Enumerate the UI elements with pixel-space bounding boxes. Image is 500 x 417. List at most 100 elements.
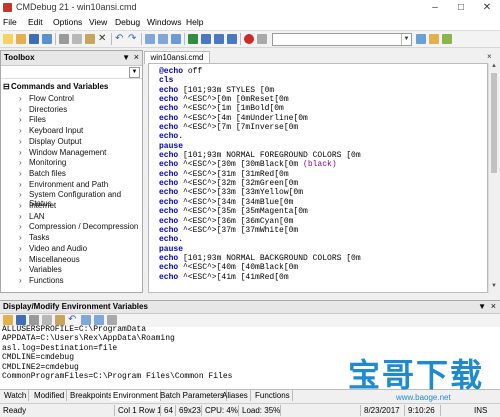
expand-icon[interactable]: ›	[19, 115, 22, 124]
menu-edit[interactable]: Edit	[28, 17, 43, 27]
menu-options[interactable]: Options	[53, 17, 82, 27]
expand-icon[interactable]: ›	[19, 255, 22, 264]
new-file-icon[interactable]	[3, 34, 13, 44]
expand-icon[interactable]: ›	[19, 222, 22, 231]
expand-icon[interactable]: ›	[19, 190, 22, 199]
menu-view[interactable]: View	[89, 17, 107, 27]
scroll-up-icon[interactable]: ▲	[489, 63, 499, 69]
toolbox-dropdown[interactable]: ▼	[1, 66, 142, 79]
expand-icon[interactable]: ›	[19, 265, 22, 274]
expand-icon[interactable]: ›	[19, 244, 22, 253]
env-var-row[interactable]: asl.log=Destination=file	[2, 344, 232, 353]
tab-functions[interactable]: Functions	[253, 390, 293, 401]
replace-icon[interactable]	[171, 34, 181, 44]
env-var-row[interactable]: CommonProgramFiles=C:\Program Files\Comm…	[2, 372, 232, 381]
tab-breakpoints[interactable]: Breakpoints	[68, 390, 116, 401]
expand-icon[interactable]: ›	[19, 180, 22, 189]
tree-item[interactable]: Video and Audio	[29, 244, 87, 253]
expand-icon[interactable]: ›	[19, 276, 22, 285]
close-icon[interactable]: ×	[487, 52, 496, 61]
expand-icon[interactable]: ›	[19, 94, 22, 103]
vertical-scrollbar[interactable]: ▲ ▼	[488, 63, 499, 293]
find-next-icon[interactable]	[94, 315, 104, 325]
close-icon[interactable]: ✕	[474, 0, 500, 15]
save-all-icon[interactable]	[42, 34, 52, 44]
tree-item[interactable]: Window Management	[29, 148, 106, 157]
tree-item[interactable]: Variables	[29, 265, 62, 274]
expand-icon[interactable]: ›	[19, 201, 22, 210]
minimize-icon[interactable]: –	[422, 0, 448, 15]
menu-file[interactable]: File	[3, 17, 17, 27]
maximize-icon[interactable]: □	[448, 0, 474, 15]
print-icon[interactable]	[107, 315, 117, 325]
tab-aliases[interactable]: Aliases	[220, 390, 251, 401]
copy-icon[interactable]	[72, 34, 82, 44]
tree-item[interactable]: Functions	[29, 276, 64, 285]
help-icon[interactable]	[416, 34, 426, 44]
tree-item[interactable]: Directories	[29, 105, 67, 114]
env-var-row[interactable]: ALLUSERSPROFILE=C:\ProgramData	[2, 325, 232, 334]
find-icon[interactable]	[145, 34, 155, 44]
scroll-down-icon[interactable]: ▼	[489, 283, 499, 289]
code-editor[interactable]: @echo off cls echo [101;93m STYLES [0m echo…	[148, 63, 488, 293]
run-icon[interactable]	[188, 34, 198, 44]
tree-item[interactable]: Miscellaneous	[29, 255, 80, 264]
tree-item[interactable]: Environment and Path	[29, 180, 108, 189]
save-icon[interactable]	[29, 34, 39, 44]
tree-item[interactable]: Monitoring	[29, 158, 66, 167]
tree-item[interactable]: Flow Control	[29, 94, 74, 103]
step-over-icon[interactable]	[214, 34, 224, 44]
expand-icon[interactable]: ›	[19, 137, 22, 146]
breakpoint-icon[interactable]	[244, 34, 254, 44]
chevron-down-icon[interactable]: ▼	[129, 67, 140, 78]
cut-icon[interactable]	[59, 34, 69, 44]
open-folder-icon[interactable]	[16, 34, 26, 44]
env-list[interactable]: ALLUSERSPROFILE=C:\ProgramData APPDATA=C:…	[2, 325, 232, 381]
delete-icon[interactable]: ✕	[98, 34, 108, 44]
tree-item[interactable]: LAN	[29, 212, 45, 221]
horizontal-scrollbar[interactable]	[148, 293, 488, 299]
tree-item[interactable]: Internet	[29, 201, 56, 210]
menu-help[interactable]: Help	[186, 17, 203, 27]
tree-root[interactable]: ⊟Commands and Variables	[3, 82, 108, 91]
pin-icon[interactable]: ▼	[478, 302, 486, 311]
paste-icon[interactable]	[55, 315, 65, 325]
clear-breakpoints-icon[interactable]	[257, 34, 267, 44]
step-into-icon[interactable]	[201, 34, 211, 44]
expand-icon[interactable]: ›	[19, 169, 22, 178]
options-icon[interactable]	[429, 34, 439, 44]
env-var-row[interactable]: CMDLINE2=cmdebug	[2, 363, 232, 372]
tab-environment[interactable]: Environment	[111, 390, 161, 401]
scroll-thumb[interactable]	[491, 73, 497, 173]
close-icon[interactable]: ×	[134, 52, 139, 62]
collapse-icon[interactable]: ⊟	[3, 82, 11, 91]
tree-item[interactable]: Files	[29, 115, 46, 124]
expand-icon[interactable]: ›	[19, 126, 22, 135]
tree-item[interactable]: Display Output	[29, 137, 81, 146]
paste-icon[interactable]	[85, 34, 95, 44]
cut-icon[interactable]	[29, 315, 39, 325]
chevron-down-icon[interactable]: ▼	[401, 34, 411, 45]
find-icon[interactable]	[81, 315, 91, 325]
command-combo[interactable]: ▼	[272, 33, 412, 46]
tab-watch[interactable]: Watch	[2, 390, 30, 401]
env-var-row[interactable]: APPDATA=C:\Users\Rex\AppData\Roaming	[2, 334, 232, 343]
copy-icon[interactable]	[42, 315, 52, 325]
menu-windows[interactable]: Windows	[147, 17, 181, 27]
find-next-icon[interactable]	[158, 34, 168, 44]
tab-modified[interactable]: Modified	[32, 390, 68, 401]
env-var-row[interactable]: CMDLINE=cmdebug	[2, 353, 232, 362]
save-icon[interactable]	[16, 315, 26, 325]
open-folder-icon[interactable]	[3, 315, 13, 325]
expand-icon[interactable]: ›	[19, 158, 22, 167]
undo-icon[interactable]: ↶	[115, 34, 125, 44]
tab-batch-parameters[interactable]: Batch Parameters	[158, 390, 228, 401]
tools-icon[interactable]	[442, 34, 452, 44]
undo-icon[interactable]: ↶	[68, 315, 78, 325]
tree-item[interactable]: Batch files	[29, 169, 66, 178]
menu-debug[interactable]: Debug	[115, 17, 140, 27]
expand-icon[interactable]: ›	[19, 233, 22, 242]
pin-icon[interactable]: ▼	[122, 53, 130, 62]
redo-icon[interactable]: ↷	[128, 34, 138, 44]
expand-icon[interactable]: ›	[19, 105, 22, 114]
